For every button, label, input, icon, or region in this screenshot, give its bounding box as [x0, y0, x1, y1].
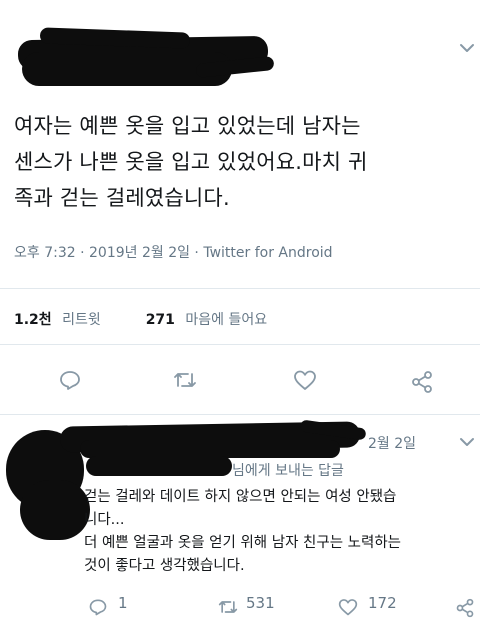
reply-text-line: 것이 좋다고 생각했습니다.: [84, 558, 245, 574]
retweet-icon[interactable]: [217, 597, 239, 617]
divider: [0, 288, 480, 289]
retweet-label[interactable]: 리트윗: [62, 312, 101, 328]
reply-date[interactable]: 2월 2일: [368, 433, 416, 453]
tweet-text-line: 센스가 나쁜 옷을 입고 있었어요.마치 귀: [14, 150, 368, 174]
reply-retweet-count[interactable]: 531: [246, 594, 275, 612]
reply-to-line: 님에게 보내는 답글: [232, 463, 344, 479]
like-count[interactable]: 271: [146, 312, 175, 328]
reply-text: 걷는 걸레와 데이트 하지 않으면 안되는 여성 안됐습 니다... 더 예쁜 …: [84, 486, 474, 578]
share-icon[interactable]: [455, 598, 475, 618]
tweet-text-line: 여자는 예쁜 옷을 입고 있었는데 남자는: [14, 114, 361, 138]
tweet-stats: 1.2천 리트윗 271 마음에 들어요: [14, 309, 267, 329]
reply-text-line: 니다...: [84, 512, 125, 528]
share-icon[interactable]: [410, 370, 434, 394]
heart-icon[interactable]: [337, 597, 359, 617]
heart-icon[interactable]: [292, 368, 318, 392]
chevron-down-icon[interactable]: [459, 436, 475, 448]
reply-reply-count[interactable]: 1: [118, 594, 128, 612]
reply-text-line: 걷는 걸레와 데이트 하지 않으면 안되는 여성 안됐습: [84, 489, 397, 505]
reply-icon[interactable]: [88, 597, 108, 617]
divider: [0, 414, 480, 415]
reply-text-line: 더 예쁜 얼굴과 옷을 얻기 위해 남자 친구는 노력하는: [84, 535, 402, 551]
retweet-count[interactable]: 1.2천: [14, 312, 52, 328]
tweet-meta: 오후 7:32 · 2019년 2월 2일 · Twitter for Andr…: [14, 245, 333, 261]
retweet-icon[interactable]: [172, 368, 198, 392]
tweet-text-line: 족과 걷는 걸레였습니다.: [14, 186, 230, 210]
reply-icon[interactable]: [58, 368, 82, 392]
reply-like-count[interactable]: 172: [368, 594, 397, 612]
tweet-text: 여자는 예쁜 옷을 입고 있었는데 남자는 센스가 나쁜 옷을 입고 있었어요.…: [14, 108, 474, 216]
chevron-down-icon[interactable]: [459, 42, 475, 54]
divider: [0, 344, 480, 345]
like-label[interactable]: 마음에 들어요: [185, 312, 267, 328]
